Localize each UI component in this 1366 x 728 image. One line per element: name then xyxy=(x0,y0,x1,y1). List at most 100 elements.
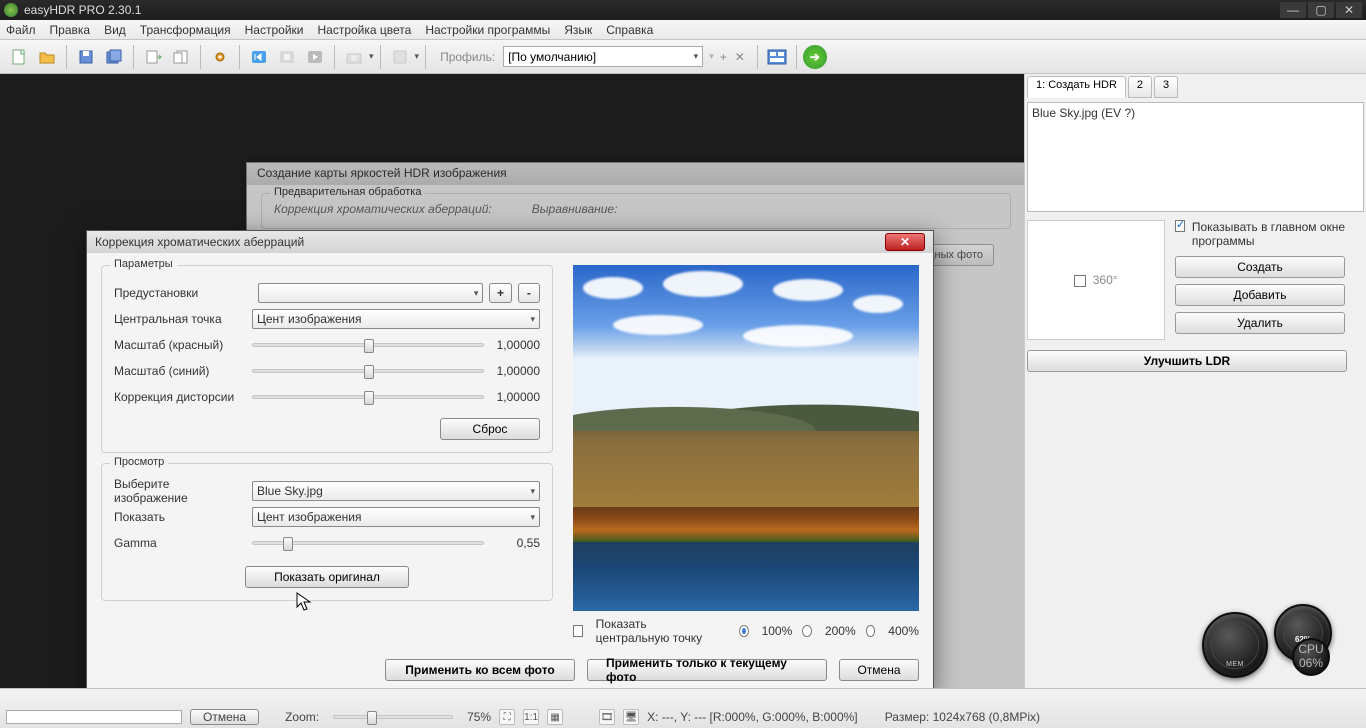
delete-button[interactable]: Удалить xyxy=(1175,312,1345,334)
preset-remove-button[interactable]: - xyxy=(518,283,540,303)
gauges-widget: MEM 62% CPU06% xyxy=(1202,604,1332,678)
zoom-200-radio[interactable] xyxy=(802,625,812,637)
scale-b-label: Масштаб (синий) xyxy=(114,364,240,378)
menu-file[interactable]: Файл xyxy=(6,23,36,37)
cpu-gauge: CPU06% xyxy=(1292,638,1330,676)
tab-2[interactable]: 2 xyxy=(1128,76,1152,98)
tab-3[interactable]: 3 xyxy=(1154,76,1178,98)
menu-view[interactable]: Вид xyxy=(104,23,126,37)
profile-select[interactable]: [По умолчанию]▾ xyxy=(503,46,703,67)
file-list[interactable]: Blue Sky.jpg (EV ?) xyxy=(1027,102,1364,212)
open-icon[interactable] xyxy=(34,44,60,70)
preview-image xyxy=(573,265,919,611)
canvas-area: Создание карты яркостей HDR изображения … xyxy=(0,74,1024,688)
monitor-icon[interactable]: 🖥 xyxy=(623,709,639,725)
create-button[interactable]: Создать xyxy=(1175,256,1345,278)
preset-add-button[interactable]: + xyxy=(489,283,511,303)
menubar: Файл Правка Вид Трансформация Настройки … xyxy=(0,20,1366,40)
add-button[interactable]: Добавить xyxy=(1175,284,1345,306)
zoom-400-radio[interactable] xyxy=(866,625,876,637)
scale-b-value: 1,00000 xyxy=(496,364,540,378)
disk-dropdown-icon[interactable]: ▾ xyxy=(415,51,420,62)
progress-bar xyxy=(6,710,182,724)
menu-color[interactable]: Настройка цвета xyxy=(317,23,411,37)
fit-icon[interactable]: ⛶ xyxy=(499,709,515,725)
toolbar: ▾ ▾ Профиль: [По умолчанию]▾ ▾ + ✕ ➔ xyxy=(0,40,1366,74)
camera-dropdown-icon[interactable]: ▾ xyxy=(369,51,374,62)
preview-group-title: Просмотр xyxy=(110,456,168,468)
show-original-button[interactable]: Показать оригинал xyxy=(245,566,409,588)
zoom-100-radio[interactable] xyxy=(739,625,749,637)
apply-all-button[interactable]: Применить ко всем фото xyxy=(385,659,575,681)
menu-settings[interactable]: Настройки xyxy=(245,23,304,37)
titlebar: easyHDR PRO 2.30.1 — ▢ ✕ xyxy=(0,0,1366,20)
save-all-icon[interactable] xyxy=(101,44,127,70)
menu-help[interactable]: Справка xyxy=(606,23,653,37)
menu-lang[interactable]: Язык xyxy=(564,23,592,37)
play-icon[interactable] xyxy=(302,44,328,70)
select-img-select[interactable]: Blue Sky.jpg▾ xyxy=(252,481,540,501)
dialog-cancel-button[interactable]: Отмена xyxy=(839,659,919,681)
dialog-titlebar: Коррекция хроматических аберраций ✕ xyxy=(87,231,933,253)
maximize-button[interactable]: ▢ xyxy=(1308,2,1334,18)
menu-program[interactable]: Настройки программы xyxy=(425,23,550,37)
params-group-title: Параметры xyxy=(110,258,177,270)
zoom-value: 75% xyxy=(467,710,491,724)
tab-1[interactable]: 1: Создать HDR xyxy=(1027,76,1126,98)
chromatic-dialog: Коррекция хроматических аберраций ✕ Пара… xyxy=(86,230,934,688)
deg360-checkbox[interactable] xyxy=(1074,275,1086,287)
actual-icon[interactable]: 1:1 xyxy=(523,709,539,725)
profile-prev-icon[interactable]: ▾ xyxy=(709,51,714,62)
close-button[interactable]: ✕ xyxy=(1336,2,1362,18)
show-select[interactable]: Цент изображения▾ xyxy=(252,507,540,527)
gamma-label: Gamma xyxy=(114,536,240,550)
preset-label: Предустановки xyxy=(114,286,252,300)
distort-slider[interactable] xyxy=(252,395,484,399)
profile-add-icon[interactable]: + xyxy=(720,50,727,64)
zoom-slider[interactable] xyxy=(333,715,453,719)
dialog-close-button[interactable]: ✕ xyxy=(885,233,925,251)
go-icon[interactable]: ➔ xyxy=(803,45,827,69)
grid-icon[interactable]: ▦ xyxy=(547,709,563,725)
menu-transform[interactable]: Трансформация xyxy=(140,23,231,37)
save-icon[interactable] xyxy=(73,44,99,70)
layout-icon[interactable] xyxy=(764,44,790,70)
gear-icon[interactable] xyxy=(207,44,233,70)
center-select[interactable]: Цент изображения▾ xyxy=(252,309,540,329)
select-img-label: Выберите изображение xyxy=(114,477,246,505)
scale-b-slider[interactable] xyxy=(252,369,484,373)
apply-one-button[interactable]: Применить только к текущему фото xyxy=(587,659,827,681)
scale-r-slider[interactable] xyxy=(252,343,484,347)
profile-del-icon[interactable]: ✕ xyxy=(735,50,745,64)
preset-select[interactable]: ▾ xyxy=(258,283,483,303)
show-center-label: Показать центральную точку xyxy=(596,617,719,645)
file-list-item[interactable]: Blue Sky.jpg (EV ?) xyxy=(1032,106,1359,120)
menu-edit[interactable]: Правка xyxy=(50,23,91,37)
center-label: Центральная точка xyxy=(114,312,246,326)
export-icon[interactable] xyxy=(168,44,194,70)
film-icon[interactable]: 🎞 xyxy=(599,709,615,725)
import-icon[interactable] xyxy=(140,44,166,70)
mem-gauge: MEM xyxy=(1202,612,1268,678)
size-label: Размер: 1024x768 (0,8MPix) xyxy=(885,710,1040,724)
distort-value: 1,00000 xyxy=(496,390,540,404)
status-cancel-button[interactable]: Отмена xyxy=(190,709,259,725)
enhance-ldr-button[interactable]: Улучшить LDR xyxy=(1027,350,1347,372)
profile-label: Профиль: xyxy=(440,50,495,64)
gamma-value: 0,55 xyxy=(496,536,540,550)
show-main-checkbox[interactable] xyxy=(1175,220,1185,232)
right-panel: 1: Создать HDR 2 3 Blue Sky.jpg (EV ?) 3… xyxy=(1024,74,1366,688)
new-icon[interactable] xyxy=(6,44,32,70)
minimize-button[interactable]: — xyxy=(1280,2,1306,18)
stop-icon[interactable] xyxy=(274,44,300,70)
rewind-icon[interactable] xyxy=(246,44,272,70)
show-label: Показать xyxy=(114,510,246,524)
show-center-checkbox[interactable] xyxy=(573,625,583,637)
distort-label: Коррекция дисторсии xyxy=(114,390,240,404)
reset-button[interactable]: Сброс xyxy=(440,418,540,440)
gamma-slider[interactable] xyxy=(252,541,484,545)
show-main-label: Показывать в главном окне программы xyxy=(1192,220,1364,248)
disk-icon[interactable] xyxy=(387,44,413,70)
camera-icon[interactable] xyxy=(341,44,367,70)
zoom-label: Zoom: xyxy=(285,710,319,724)
